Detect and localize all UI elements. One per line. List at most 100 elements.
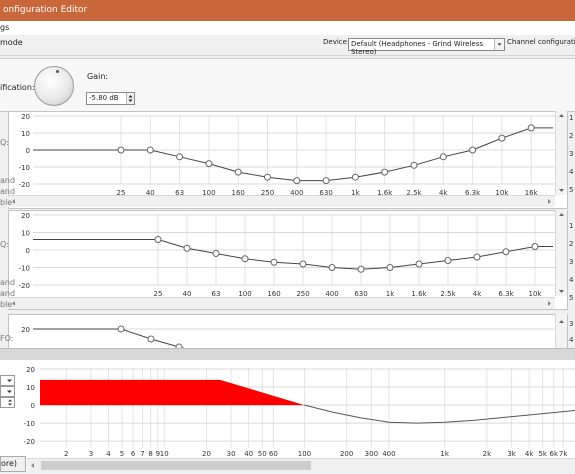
right-strip-1: 1 2 3 4 5 xyxy=(568,112,575,207)
horizontal-scrollbar-2[interactable] xyxy=(8,297,555,309)
x-tick-label: 4k xyxy=(525,450,534,458)
x-tick-label: 6k xyxy=(550,450,559,458)
eq-band-handle[interactable] xyxy=(154,236,162,243)
x-tick-label: 1k xyxy=(440,450,449,458)
left-select-1[interactable] xyxy=(0,375,15,386)
eq-band-handle[interactable] xyxy=(415,260,423,268)
vertical-scrollbar-2[interactable] xyxy=(555,210,567,296)
eq-band-handle[interactable] xyxy=(531,243,539,250)
eq-band-handle[interactable] xyxy=(498,134,506,142)
mode-label[interactable]: mode xyxy=(0,38,23,47)
gain-input[interactable]: -5.80 dB xyxy=(86,92,135,105)
eq-band-handle[interactable] xyxy=(444,257,452,264)
equalizer-graph-2[interactable]: 20100-10-2025 40 63 100 160 250 400 630 1k 1.6k 2.… xyxy=(9,211,567,309)
response-curve xyxy=(304,404,575,424)
band-number: 2 xyxy=(569,240,574,248)
band-number: 5 xyxy=(569,186,574,194)
x-tick-label: 40 xyxy=(244,450,253,458)
x-tick-label: 60 xyxy=(269,450,278,458)
equalizer-panel-2: 20 10 0 -10 -20 25 40 63 100 160 250 400 630 1k 1.6k 2.… xyxy=(8,210,568,310)
x-tick-label: 8 xyxy=(148,450,152,458)
eq-band-handle[interactable] xyxy=(183,244,191,252)
x-tick-label: 6 xyxy=(131,450,136,458)
eq-band-handle[interactable] xyxy=(328,264,336,271)
device-select-value: Default (Headphones - Grind Wireless Ste… xyxy=(351,40,484,56)
eq-band-handle[interactable] xyxy=(117,146,125,154)
x-tick-label: 30 xyxy=(227,450,236,458)
eq-side-table-2: ble xyxy=(0,300,13,309)
eq-band-handle[interactable] xyxy=(234,168,242,176)
amplification-label: ification: xyxy=(0,83,35,92)
eq-band-handle[interactable] xyxy=(351,173,359,181)
eq-side-band-3: and xyxy=(0,278,16,287)
window-title: onfiguration Editor xyxy=(3,5,88,15)
frequency-response-graph[interactable]: 20100-10-202 3 4 5 6 7 8 9 10 20 30 40 50 60 100 200 300… xyxy=(0,360,575,471)
eq-side-table-1: ble xyxy=(0,198,13,207)
eq-band-handle[interactable] xyxy=(469,146,477,154)
y-tick-label: 20 xyxy=(21,212,30,220)
eq-band-handle[interactable] xyxy=(147,335,155,343)
menu-item-settings[interactable]: gs xyxy=(0,23,9,32)
eq-band-handle[interactable] xyxy=(357,265,365,273)
eq-band-handle[interactable] xyxy=(439,153,447,161)
x-tick-label: 5k xyxy=(538,450,547,458)
x-tick-label: 5 xyxy=(120,450,124,458)
band-number: 1 xyxy=(569,114,574,122)
gain-label: Gain: xyxy=(87,72,109,81)
eq-band-handle[interactable] xyxy=(205,160,213,168)
y-tick-label: 20 xyxy=(21,113,30,121)
band-number: 3 xyxy=(569,320,574,328)
vertical-scrollbar-1[interactable] xyxy=(555,111,567,195)
horizontal-scrollbar-1[interactable] xyxy=(8,195,555,207)
eq-band-handle[interactable] xyxy=(386,264,394,271)
channel-configuration-label[interactable]: Channel configuration xyxy=(507,38,575,46)
eq-band-handle[interactable] xyxy=(502,248,510,256)
device-select[interactable]: Default (Headphones - Grind Wireless Ste… xyxy=(348,38,505,56)
eq-band-handle[interactable] xyxy=(527,124,535,132)
eq-side-band-2: and xyxy=(0,187,16,196)
y-tick-label: -10 xyxy=(19,164,30,172)
eq-band-handle[interactable] xyxy=(270,258,278,266)
y-tick-label: 10 xyxy=(21,230,30,238)
equalizer-graph-3[interactable]: 20 xyxy=(9,315,567,349)
eq-band-handle[interactable] xyxy=(410,161,418,169)
left-button[interactable]: ore) xyxy=(0,456,26,472)
eq-band-handle[interactable] xyxy=(299,260,307,268)
eq-side-band-4: and xyxy=(0,289,16,298)
spin-arrows-icon[interactable] xyxy=(126,93,134,104)
scrollbar-thumb[interactable] xyxy=(41,461,311,470)
eq-band-handle[interactable] xyxy=(293,177,301,185)
equalizer-graph-1[interactable]: 20100-10-2025 40 63 100 160 250 400 630 1k 1.6k 2.… xyxy=(9,112,567,208)
right-strip-2: 1 2 3 4 5 xyxy=(568,210,575,308)
eq-band-handle[interactable] xyxy=(264,173,271,181)
eq-band-handle[interactable] xyxy=(381,168,389,176)
gain-knob[interactable] xyxy=(34,66,74,106)
y-tick-label: -20 xyxy=(19,181,30,189)
x-tick-label: 100 xyxy=(298,450,311,458)
eq-band-handle[interactable] xyxy=(117,325,125,333)
eq-side-band-1: and xyxy=(0,176,16,185)
x-tick-label: 20 xyxy=(202,450,211,458)
left-spin[interactable] xyxy=(0,397,15,408)
x-tick-label: 10 xyxy=(160,450,169,458)
vertical-scrollbar-3[interactable] xyxy=(555,314,567,348)
horizontal-scrollbar-bottom[interactable] xyxy=(27,458,575,472)
chevron-down-icon[interactable] xyxy=(494,39,504,50)
eq-band-handle[interactable] xyxy=(473,253,481,261)
band-number: 3 xyxy=(569,150,574,158)
left-select-2[interactable] xyxy=(0,386,15,397)
y-tick-label: -10 xyxy=(19,265,30,273)
eq-band-handle[interactable] xyxy=(322,177,330,185)
y-tick-label: 10 xyxy=(21,130,30,138)
eq-band-handle[interactable] xyxy=(146,146,154,154)
panel3-label: FO: xyxy=(0,334,14,343)
x-tick-label: 200 xyxy=(340,450,353,458)
eq-band-handle[interactable] xyxy=(241,255,249,263)
eq-band-handle[interactable] xyxy=(212,250,220,257)
x-tick-label: 2k xyxy=(483,450,492,458)
y-tick-label: -10 xyxy=(24,420,35,428)
eq-band-handle[interactable] xyxy=(176,153,184,161)
eq-side-label-2: Q: xyxy=(0,240,9,249)
x-tick-label: 3k xyxy=(507,450,516,458)
eq-curve xyxy=(33,127,553,182)
